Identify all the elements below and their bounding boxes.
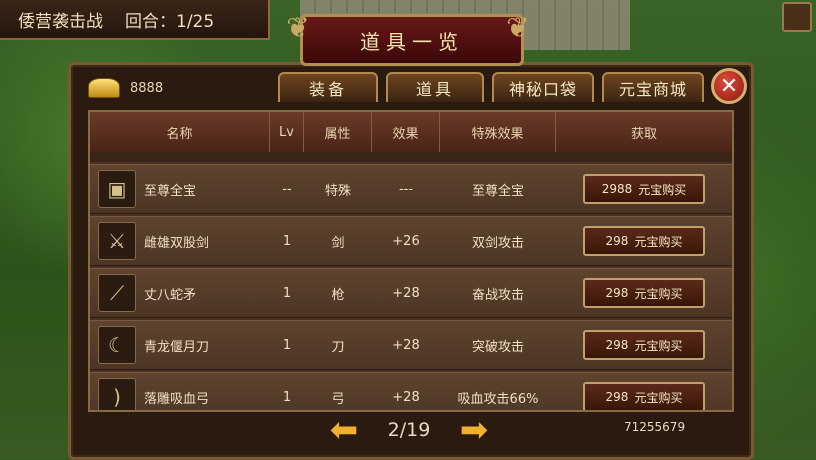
buy-label: 元宝购买 (634, 390, 683, 405)
item-level: -- (282, 181, 292, 197)
column-header: 效果 (372, 112, 440, 152)
buy-button[interactable]: 298 元宝购买 (583, 330, 705, 360)
list-top-edge (90, 152, 732, 162)
item-name: 丈八蛇矛 (144, 287, 197, 303)
close-icon: ✕ (719, 73, 739, 99)
item-name: 青龙偃月刀 (144, 339, 210, 355)
column-header: 获取 (630, 126, 657, 142)
price: 298 (605, 338, 629, 352)
pagination: ⬅ 2/19 ➡ (324, 412, 494, 448)
item-attribute: 刀 (331, 339, 345, 355)
item-attribute: 剑 (331, 235, 345, 251)
item-effect: +28 (392, 337, 420, 353)
buy-button[interactable]: 2988 元宝购买 (583, 174, 705, 204)
price: 2988 (601, 182, 633, 196)
status-bar: 倭营袭击战 回合：1/25 (0, 0, 270, 40)
bow-icon: ) (98, 378, 136, 410)
item-effect: +28 (392, 285, 420, 301)
item-name: 落雕吸血弓 (144, 391, 210, 407)
table-row[interactable]: ) 落雕吸血弓 1 弓 +28 吸血攻击66% 298 元宝购买 (90, 372, 732, 410)
item-level: 1 (282, 389, 292, 405)
item-effect: +26 (392, 233, 420, 249)
item-attribute: 弓 (331, 391, 345, 407)
dragon-ornament-icon: ❦ (506, 10, 530, 44)
buy-label: 元宝购买 (638, 182, 687, 197)
price: 298 (605, 390, 629, 404)
table-row[interactable]: ▣ 至尊全宝 -- 特殊 --- 至尊全宝 2988 元宝购买 (90, 164, 732, 214)
page-indicator: 2/19 (387, 419, 431, 441)
treasure-chest-icon: ▣ (98, 170, 136, 208)
arrow-left-icon: ⬅ (329, 410, 359, 450)
buy-label: 元宝购买 (634, 286, 683, 301)
item-special: 奋战攻击 (471, 287, 524, 303)
tab-bar: 装备 道具 神秘口袋 元宝商城 (278, 72, 704, 102)
column-header: 属性 (304, 112, 372, 152)
item-special: 双剑攻击 (471, 235, 524, 251)
gold-ingot-icon (88, 78, 120, 98)
item-special: 吸血攻击66% (457, 391, 539, 407)
price: 298 (605, 234, 629, 248)
table-header: 名称 Lv 属性 效果 特殊效果 获取 (90, 112, 732, 152)
item-level: 1 (282, 337, 292, 353)
prev-page-button[interactable]: ⬅ (324, 413, 364, 447)
arrow-right-icon: ➡ (459, 410, 489, 450)
item-special: 至尊全宝 (471, 183, 524, 199)
item-list[interactable]: ▣ 至尊全宝 -- 特殊 --- 至尊全宝 2988 元宝购买 ⚔ 雌雄双股剑 … (90, 164, 732, 410)
glaive-icon: ☾ (98, 326, 136, 364)
item-attribute: 枪 (331, 287, 345, 303)
table-row[interactable]: ⟋ 丈八蛇矛 1 枪 +28 奋战攻击 298 元宝购买 (90, 268, 732, 318)
item-level: 1 (282, 233, 292, 249)
buy-button[interactable]: 298 元宝购买 (583, 382, 705, 410)
player-id: 71255679 (624, 420, 686, 434)
spear-icon: ⟋ (98, 274, 136, 312)
tab-items[interactable]: 道具 (386, 72, 484, 102)
menu-button[interactable] (782, 2, 812, 32)
buy-label: 元宝购买 (634, 338, 683, 353)
next-page-button[interactable]: ➡ (454, 413, 494, 447)
item-table: 名称 Lv 属性 效果 特殊效果 获取 ▣ 至尊全宝 -- 特殊 --- 至尊全… (88, 110, 734, 412)
column-header: 名称 (90, 112, 270, 152)
dragon-ornament-icon: ❦ (286, 10, 310, 44)
buy-button[interactable]: 298 元宝购买 (583, 226, 705, 256)
item-attribute: 特殊 (324, 183, 351, 199)
currency-display: 8888 (88, 78, 163, 98)
item-effect: +28 (392, 389, 420, 405)
table-row[interactable]: ⚔ 雌雄双股剑 1 剑 +26 双剑攻击 298 元宝购买 (90, 216, 732, 266)
tab-equipment[interactable]: 装备 (278, 72, 378, 102)
buy-button[interactable]: 298 元宝购买 (583, 278, 705, 308)
twin-swords-icon: ⚔ (98, 222, 136, 260)
item-effect: --- (398, 181, 414, 197)
close-button[interactable]: ✕ (711, 68, 747, 104)
round-counter: 回合：1/25 (125, 11, 215, 32)
stage-name: 倭营袭击战 (18, 11, 103, 32)
buy-label: 元宝购买 (634, 234, 683, 249)
column-header: Lv (270, 112, 304, 152)
table-row[interactable]: ☾ 青龙偃月刀 1 刀 +28 突破攻击 298 元宝购买 (90, 320, 732, 370)
column-header: 特殊效果 (440, 112, 556, 152)
tab-ingot-shop[interactable]: 元宝商城 (602, 72, 704, 102)
item-name: 至尊全宝 (144, 183, 197, 199)
item-special: 突破攻击 (471, 339, 524, 355)
tab-mystery-bag[interactable]: 神秘口袋 (492, 72, 594, 102)
currency-amount: 8888 (130, 80, 164, 96)
item-name: 雌雄双股剑 (144, 235, 210, 251)
price: 298 (605, 286, 629, 300)
item-level: 1 (282, 285, 292, 301)
